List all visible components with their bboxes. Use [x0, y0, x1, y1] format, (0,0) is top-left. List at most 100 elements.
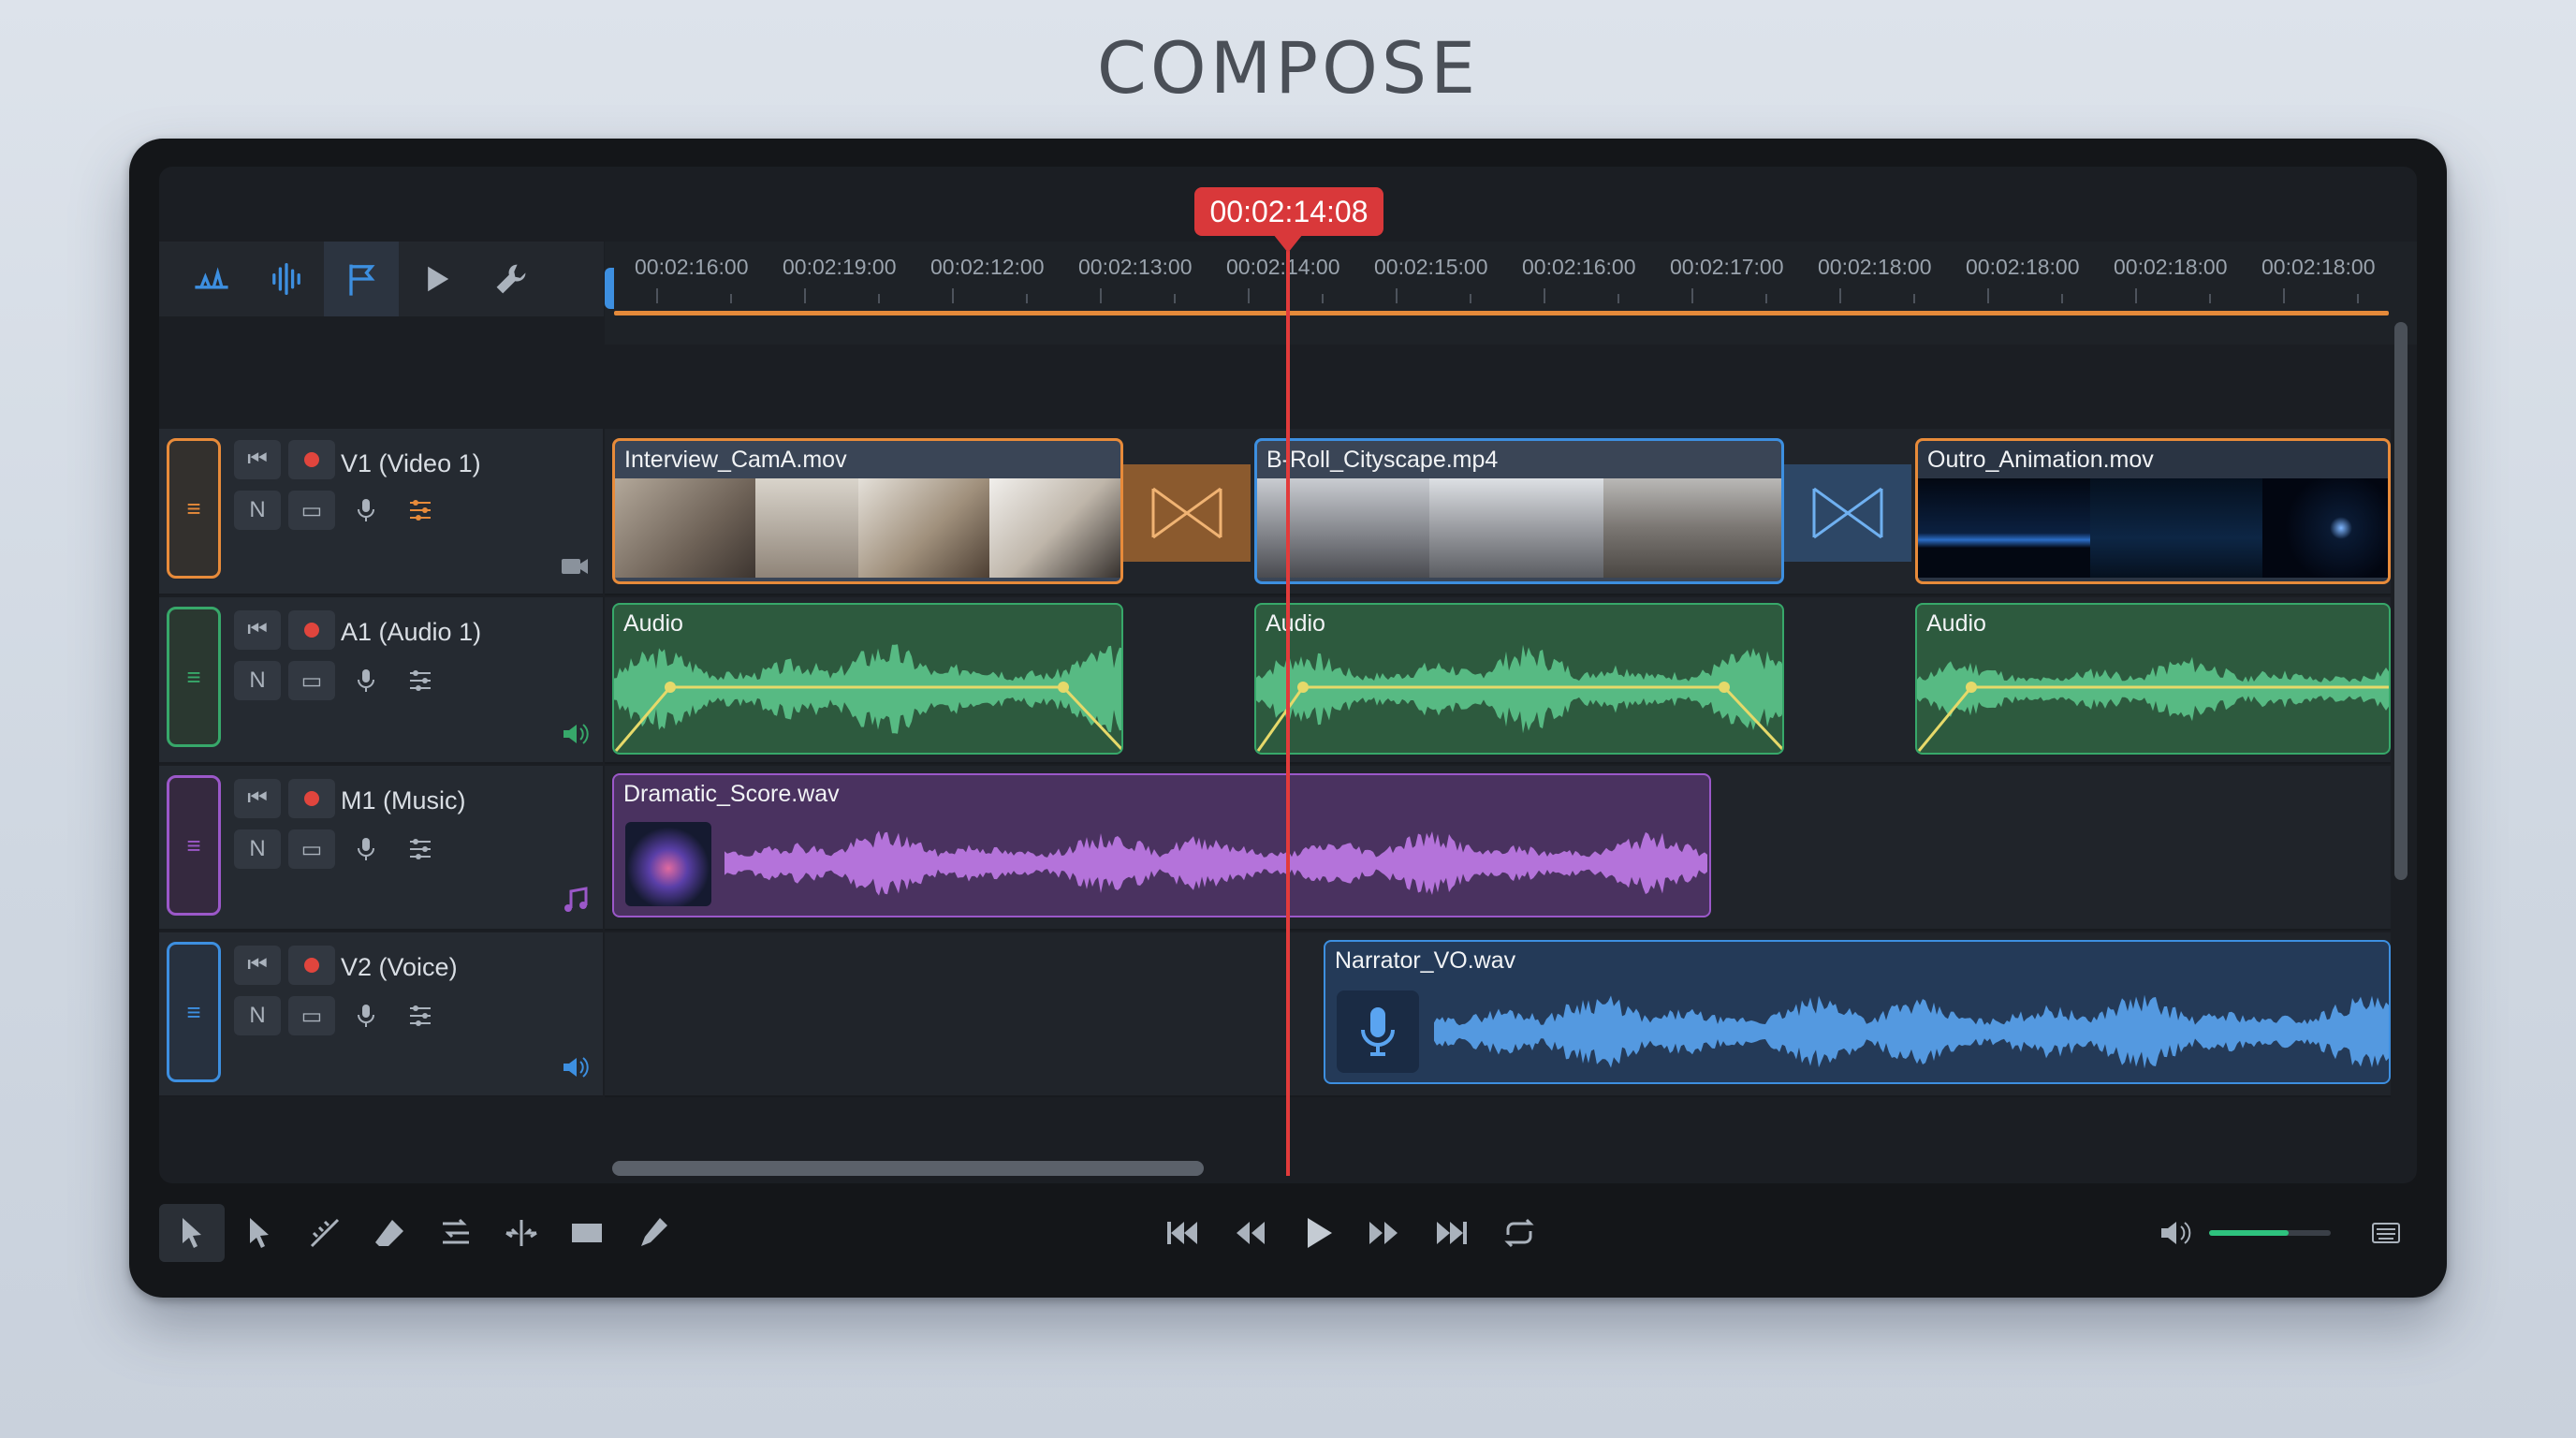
- mute-button[interactable]: N: [234, 996, 281, 1035]
- record-arm-button[interactable]: [288, 610, 335, 650]
- track-settings-icon[interactable]: [397, 829, 444, 869]
- keyboard-icon[interactable]: [2353, 1204, 2419, 1262]
- audio-clip[interactable]: Audio: [1915, 603, 2391, 755]
- ruler-label: 00:02:16:00: [635, 255, 749, 279]
- video-clip[interactable]: Interview_CamA.mov: [612, 438, 1123, 584]
- track-name: V2 (Voice): [341, 953, 458, 981]
- volume-envelope[interactable]: [614, 605, 1123, 755]
- ruler-tick: [730, 294, 732, 303]
- track-header-a1: ≡ ⏮ A1 (Audio 1) N ▭: [159, 597, 603, 764]
- drag-handle-icon[interactable]: ≡: [167, 438, 221, 579]
- ruler-tick: [1396, 288, 1398, 303]
- drag-handle-icon[interactable]: ≡: [167, 775, 221, 916]
- fast-forward-icon[interactable]: [1352, 1204, 1417, 1262]
- select-tool-icon[interactable]: [159, 1204, 225, 1262]
- ruler-tick: [1544, 288, 1545, 303]
- horizontal-scrollbar[interactable]: [612, 1161, 1204, 1176]
- clip-thumbnail: [2090, 478, 2262, 578]
- slip-tool-icon[interactable]: [554, 1204, 620, 1262]
- work-area-bar[interactable]: [614, 311, 2389, 315]
- music-clip[interactable]: Dramatic_Score.wav: [612, 773, 1711, 917]
- ruler-tick: [804, 288, 806, 303]
- track-lane-v2[interactable]: Narrator_VO.wav: [605, 932, 2391, 1097]
- audio-clip[interactable]: Audio: [1254, 603, 1784, 755]
- bottom-toolbar: [159, 1183, 2417, 1286]
- video-clip[interactable]: B-Roll_Cityscape.mp4: [1254, 438, 1784, 584]
- audio-level-icon[interactable]: [249, 242, 324, 316]
- track-lane-v1[interactable]: Interview_CamA.mov B-Roll_Cityscape.mp4: [605, 429, 2391, 595]
- voice-clip[interactable]: Narrator_VO.wav: [1324, 940, 2391, 1084]
- mute-button[interactable]: N: [234, 491, 281, 530]
- drag-handle-icon[interactable]: ≡: [167, 942, 221, 1082]
- rewind-icon[interactable]: [1217, 1204, 1282, 1262]
- microphone-icon[interactable]: [343, 829, 389, 869]
- audio-waveform: [724, 830, 1707, 896]
- vertical-scrollbar[interactable]: [2394, 322, 2408, 880]
- solo-icon[interactable]: ⏮: [234, 440, 281, 479]
- ruler-tick: [2209, 294, 2211, 303]
- track-settings-icon[interactable]: [397, 996, 444, 1035]
- loop-icon[interactable]: [1486, 1204, 1552, 1262]
- monitor-icon[interactable]: ▭: [288, 829, 335, 869]
- record-arm-button[interactable]: [288, 946, 335, 985]
- ruler-start-marker[interactable]: [605, 268, 614, 309]
- microphone-icon[interactable]: [343, 491, 389, 530]
- mute-button[interactable]: N: [234, 661, 281, 700]
- monitor-icon[interactable]: ▭: [288, 996, 335, 1035]
- microphone-icon[interactable]: [343, 996, 389, 1035]
- drag-handle-icon[interactable]: ≡: [167, 607, 221, 747]
- volume-envelope[interactable]: [1256, 605, 1784, 755]
- playhead-handle[interactable]: [1273, 234, 1303, 253]
- ruler-tick: [2061, 294, 2063, 303]
- ruler-label: 00:02:17:00: [1670, 255, 1784, 279]
- volume-icon[interactable]: [2142, 1204, 2207, 1262]
- eraser-tool-icon[interactable]: [358, 1204, 423, 1262]
- clip-thumbnail: [1918, 478, 2090, 578]
- ruler-label: 00:02:18:00: [2114, 255, 2228, 279]
- ruler-tick: [1765, 294, 1767, 303]
- skip-end-icon[interactable]: [1419, 1204, 1485, 1262]
- solo-icon[interactable]: ⏮: [234, 946, 281, 985]
- arrow-tool-icon[interactable]: [227, 1204, 292, 1262]
- playhead[interactable]: [1286, 251, 1290, 1176]
- speaker-icon: [564, 724, 589, 744]
- cross-dissolve-transition[interactable]: [1123, 464, 1251, 562]
- time-ruler[interactable]: 00:02:16:00 00:02:19:00 00:02:12:00 00:0…: [605, 242, 2417, 345]
- microphone-icon[interactable]: [343, 661, 389, 700]
- trim-tool-icon[interactable]: [489, 1204, 554, 1262]
- play-icon[interactable]: [399, 242, 474, 316]
- audio-clip[interactable]: Audio: [612, 603, 1123, 755]
- monitor-icon[interactable]: ▭: [288, 661, 335, 700]
- cross-dissolve-transition[interactable]: [1784, 464, 1911, 562]
- solo-icon[interactable]: ⏮: [234, 779, 281, 818]
- razor-tool-icon[interactable]: [292, 1204, 358, 1262]
- record-arm-button[interactable]: [288, 440, 335, 479]
- pen-tool-icon[interactable]: [620, 1204, 685, 1262]
- ruler-label: 00:02:18:00: [1818, 255, 1932, 279]
- ruler-tick: [2357, 294, 2359, 303]
- wrench-icon[interactable]: [474, 242, 549, 316]
- monitor-icon[interactable]: ▭: [288, 491, 335, 530]
- track-settings-icon[interactable]: [397, 491, 444, 530]
- ruler-label: 00:02:18:00: [2261, 255, 2376, 279]
- track-settings-icon[interactable]: [397, 661, 444, 700]
- track-header-m1: ≡ ⏮ M1 (Music) N ▭: [159, 766, 603, 931]
- playhead-timecode[interactable]: 00:02:14:08: [1194, 187, 1383, 236]
- record-arm-button[interactable]: [288, 779, 335, 818]
- track-lane-a1[interactable]: Audio Audio Audio: [605, 597, 2391, 764]
- header-spacer: [159, 316, 605, 429]
- volume-envelope[interactable]: [1917, 605, 2391, 755]
- track-lane-m1[interactable]: Dramatic_Score.wav: [605, 766, 2391, 931]
- ruler-tick: [656, 288, 658, 303]
- video-clip[interactable]: Outro_Animation.mov: [1915, 438, 2391, 584]
- mute-button[interactable]: N: [234, 829, 281, 869]
- volume-slider[interactable]: [2209, 1230, 2331, 1236]
- play-icon[interactable]: [1284, 1204, 1350, 1262]
- ruler-label: 00:02:16:00: [1522, 255, 1636, 279]
- bowtie-icon: [1151, 487, 1222, 539]
- ripple-tool-icon[interactable]: [423, 1204, 489, 1262]
- waveform-split-icon[interactable]: [174, 242, 249, 316]
- skip-start-icon[interactable]: [1149, 1204, 1215, 1262]
- solo-icon[interactable]: ⏮: [234, 610, 281, 650]
- snap-icon[interactable]: [324, 242, 399, 316]
